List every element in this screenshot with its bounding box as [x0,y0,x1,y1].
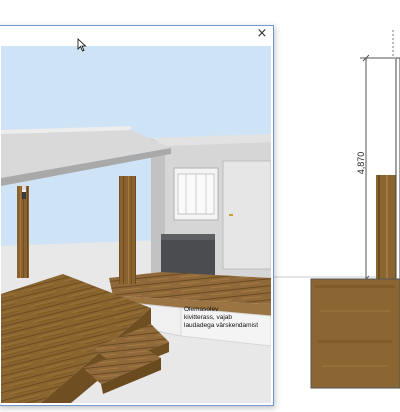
annotation-line-2: kivitterass, vajab [184,314,233,321]
close-icon[interactable]: × [255,27,269,41]
scene-annotation: Olemasolev kivitterass, vajab laudadega … [184,306,271,330]
post-left [17,186,29,278]
annotation-line-1: Olemasolev [184,306,219,313]
mouse-pointer-icon [77,38,87,52]
post-right [119,176,136,284]
3d-viewport[interactable]: Olemasolev kivitterass, vajab laudadega … [1,46,271,403]
cad-dimension-label: 4,870 [356,151,366,175]
window-titlebar[interactable]: × [0,26,273,44]
cad-deck-elevation [311,279,400,388]
annotation-line-3: laudadega värskendamist [184,322,259,329]
3d-preview-window[interactable]: × Olemasolev kivitterass, vajab laudadeg… [0,25,274,406]
planter-box [161,234,215,276]
3d-render [1,46,271,403]
